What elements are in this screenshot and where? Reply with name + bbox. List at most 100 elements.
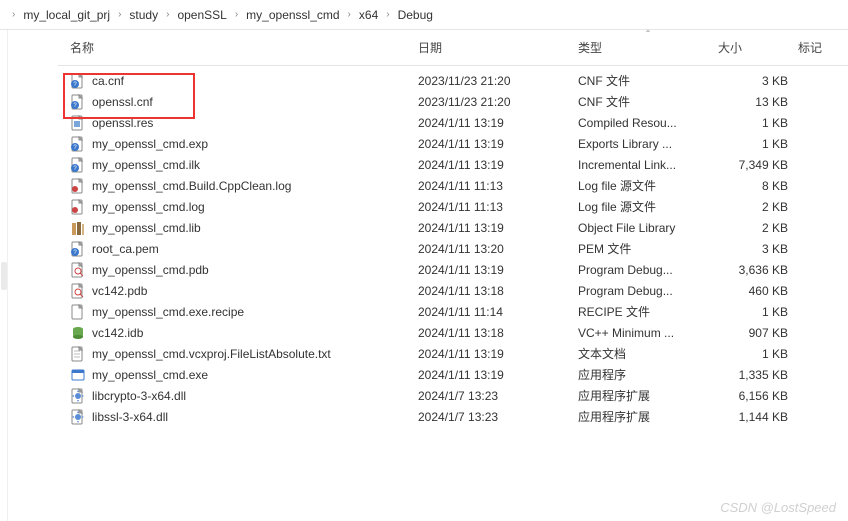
file-size: 3 KB — [762, 74, 788, 88]
watermark: CSDN @LostSpeed — [720, 500, 836, 515]
file-date: 2024/1/11 11:13 — [418, 179, 578, 193]
nav-pane-collapsed[interactable] — [0, 30, 8, 521]
file-date: 2023/11/23 21:20 — [418, 74, 578, 88]
chevron-right-icon: › — [114, 9, 125, 20]
header-tag[interactable]: 标记 — [798, 39, 848, 56]
file-name: ca.cnf — [92, 74, 124, 88]
header-name[interactable]: 名称 — [58, 39, 418, 56]
file-size: 907 KB — [749, 326, 788, 340]
file-icon — [70, 178, 86, 194]
file-row[interactable]: my_openssl_cmd.vcxproj.FileListAbsolute.… — [58, 343, 848, 364]
file-type: 应用程序 — [578, 366, 713, 383]
file-size: 1 KB — [762, 137, 788, 151]
file-type: Compiled Resou... — [578, 116, 713, 130]
file-name: root_ca.pem — [92, 242, 159, 256]
file-row[interactable]: vc142.idb2024/1/11 13:18VC++ Minimum ...… — [58, 322, 848, 343]
file-list: ?ca.cnf2023/11/23 21:20CNF 文件3 KB?openss… — [58, 66, 848, 427]
breadcrumb-seg[interactable]: openSSL — [173, 8, 230, 22]
breadcrumb-seg[interactable]: my_local_git_prj — [19, 8, 114, 22]
file-date: 2024/1/11 13:19 — [418, 116, 578, 130]
file-row[interactable]: openssl.res 2024/1/11 13:19Compiled Resou… — [58, 112, 848, 133]
file-icon — [70, 283, 86, 299]
file-icon — [70, 115, 86, 131]
file-name: openssl.res — [92, 116, 153, 130]
file-icon: ? — [70, 136, 86, 152]
file-row[interactable]: ?my_openssl_cmd.exp2024/1/11 13:19Export… — [58, 133, 848, 154]
drag-handle-icon — [1, 262, 7, 290]
breadcrumb[interactable]: › my_local_git_prj › study › openSSL › m… — [0, 0, 848, 30]
file-icon: ? — [70, 157, 86, 173]
file-size: 8 KB — [762, 179, 788, 193]
file-date: 2024/1/11 13:19 — [418, 368, 578, 382]
file-row[interactable]: ?ca.cnf2023/11/23 21:20CNF 文件3 KB — [58, 70, 848, 91]
file-date: 2024/1/7 13:23 — [418, 389, 578, 403]
breadcrumb-seg[interactable]: study — [125, 8, 162, 22]
file-size: 2 KB — [762, 200, 788, 214]
breadcrumb-seg[interactable]: x64 — [355, 8, 382, 22]
file-type: 应用程序扩展 — [578, 408, 713, 425]
file-date: 2024/1/11 13:19 — [418, 158, 578, 172]
file-type: Log file 源文件 — [578, 177, 713, 194]
file-size: 3 KB — [762, 242, 788, 256]
file-name: libcrypto-3-x64.dll — [92, 389, 186, 403]
file-size: 13 KB — [755, 95, 788, 109]
file-row[interactable]: ?root_ca.pem2024/1/11 13:20PEM 文件3 KB — [58, 238, 848, 259]
file-type: 应用程序扩展 — [578, 387, 713, 404]
file-name: vc142.idb — [92, 326, 143, 340]
file-type: 文本文档 — [578, 345, 713, 362]
file-row[interactable]: libssl-3-x64.dll2024/1/7 13:23应用程序扩展1,14… — [58, 406, 848, 427]
file-type: Incremental Link... — [578, 158, 713, 172]
file-date: 2024/1/11 13:20 — [418, 242, 578, 256]
chevron-right-icon: › — [382, 9, 393, 20]
header-date[interactable]: 日期 — [418, 39, 578, 56]
file-name: my_openssl_cmd.Build.CppClean.log — [92, 179, 291, 193]
file-size: 1,144 KB — [739, 410, 788, 424]
header-type[interactable]: ⌃ 类型 — [578, 39, 718, 56]
breadcrumb-seg[interactable]: my_openssl_cmd — [242, 8, 343, 22]
file-row[interactable]: ?my_openssl_cmd.ilk2024/1/11 13:19Increm… — [58, 154, 848, 175]
file-row[interactable]: my_openssl_cmd.lib 2024/1/11 13:19Object … — [58, 217, 848, 238]
file-icon — [70, 325, 86, 341]
file-type: Exports Library ... — [578, 137, 713, 151]
file-name: my_openssl_cmd.pdb — [92, 263, 209, 277]
file-icon — [70, 367, 86, 383]
file-icon — [70, 199, 86, 215]
file-icon — [70, 346, 86, 362]
file-name: my_openssl_cmd.exe — [92, 368, 208, 382]
file-type: CNF 文件 — [578, 72, 713, 89]
file-date: 2024/1/11 11:14 — [418, 305, 578, 319]
file-icon: ? — [70, 94, 86, 110]
breadcrumb-seg[interactable]: Debug — [394, 8, 437, 22]
file-type: Object File Library — [578, 221, 713, 235]
file-date: 2024/1/11 13:19 — [418, 221, 578, 235]
file-row[interactable]: my_openssl_cmd.log2024/1/11 11:13Log fil… — [58, 196, 848, 217]
file-type: PEM 文件 — [578, 240, 713, 257]
file-date: 2024/1/11 13:18 — [418, 284, 578, 298]
file-row[interactable]: vc142.pdb2024/1/11 13:18Program Debug...… — [58, 280, 848, 301]
column-headers: 名称 日期 ⌃ 类型 大小 标记 — [58, 30, 848, 66]
file-date: 2024/1/11 13:19 — [418, 347, 578, 361]
chevron-right-icon: › — [162, 9, 173, 20]
file-date: 2024/1/7 13:23 — [418, 410, 578, 424]
file-size: 6,156 KB — [739, 389, 788, 403]
file-date: 2024/1/11 13:19 — [418, 263, 578, 277]
file-row[interactable]: my_openssl_cmd.exe2024/1/11 13:19应用程序1,3… — [58, 364, 848, 385]
header-size[interactable]: 大小 — [718, 39, 798, 56]
file-row[interactable]: my_openssl_cmd.pdb 2024/1/11 13:19Program… — [58, 259, 848, 280]
chevron-right-icon: › — [231, 9, 242, 20]
file-date: 2023/11/23 21:20 — [418, 95, 578, 109]
file-name: vc142.pdb — [92, 284, 147, 298]
file-size: 1 KB — [762, 305, 788, 319]
file-row[interactable]: libcrypto-3-x64.dll 2024/1/7 13:23应用程序扩展 6… — [58, 385, 848, 406]
file-type: Program Debug... — [578, 263, 713, 277]
file-size: 1 KB — [762, 116, 788, 130]
file-type: Log file 源文件 — [578, 198, 713, 215]
file-row[interactable]: ?openssl.cnf2023/11/23 21:20CNF 文件13 KB — [58, 91, 848, 112]
file-icon — [70, 409, 86, 425]
file-type: VC++ Minimum ... — [578, 326, 713, 340]
file-size: 7,349 KB — [739, 158, 788, 172]
file-row[interactable]: my_openssl_cmd.Build.CppClean.log 2024/1/… — [58, 175, 848, 196]
file-row[interactable]: my_openssl_cmd.exe.recipe2024/1/11 11:14… — [58, 301, 848, 322]
file-size: 3,636 KB — [739, 263, 788, 277]
file-name: my_openssl_cmd.lib — [92, 221, 201, 235]
